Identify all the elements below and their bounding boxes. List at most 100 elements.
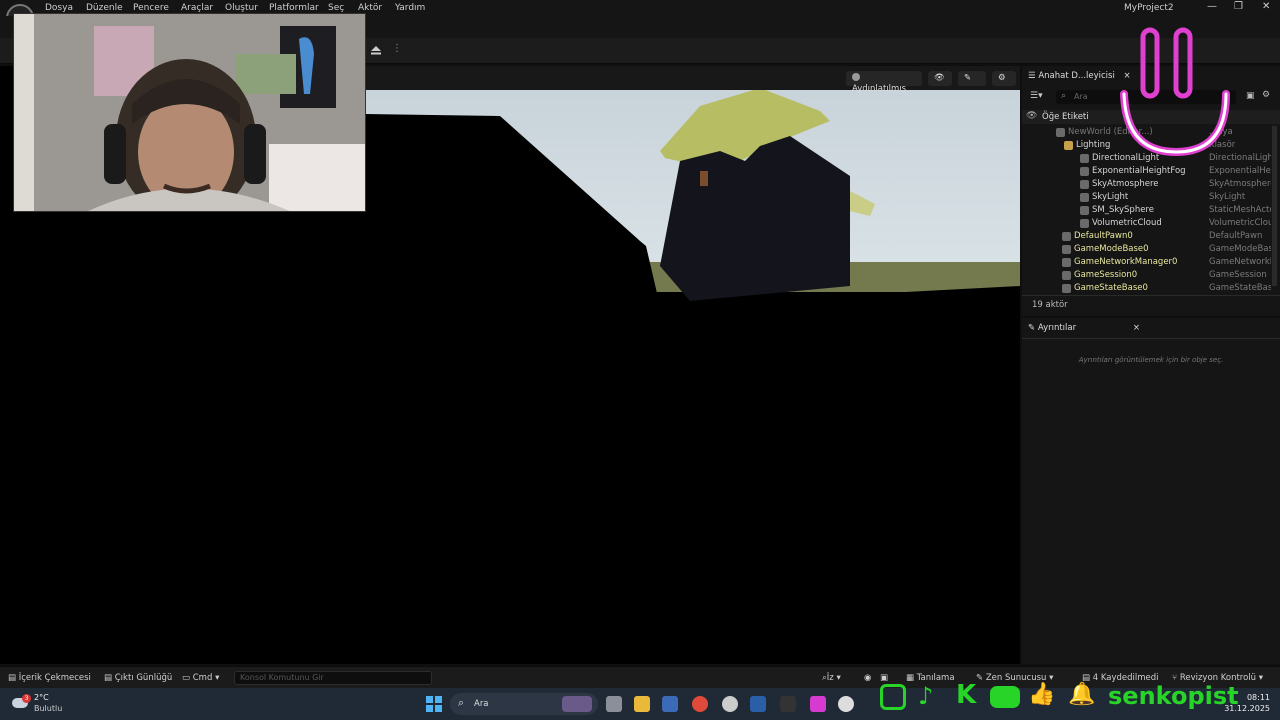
bell-icon: 🔔 xyxy=(1068,682,1096,707)
menu-build[interactable]: Oluştur xyxy=(225,3,258,13)
minimize-button[interactable]: — xyxy=(1207,1,1217,12)
outliner-row-label: SkyAtmosphere xyxy=(1092,179,1159,189)
outliner-row[interactable]: GameNetworkManager0 GameNetworkM xyxy=(1022,256,1272,269)
menu-help[interactable]: Yardım xyxy=(395,3,425,13)
actor-icon xyxy=(1080,206,1089,215)
project-name: MyProject2 xyxy=(1124,3,1174,13)
outliner-row-label: SkyLight xyxy=(1092,192,1129,202)
close-button[interactable]: ✕ xyxy=(1262,1,1270,12)
outliner-row[interactable]: DefaultPawn0 DefaultPawn xyxy=(1022,230,1272,243)
menu-select[interactable]: Seç xyxy=(328,3,344,13)
taskbar-search-label: Ara xyxy=(474,699,489,709)
file-explorer-icon[interactable] xyxy=(634,696,650,712)
console-command-input[interactable]: Konsol Komutunu Gir xyxy=(234,671,432,685)
youtube-icon xyxy=(990,686,1020,708)
menu-file[interactable]: Dosya xyxy=(45,3,73,13)
outliner-row[interactable]: GameStateBase0 GameStateBase xyxy=(1022,282,1272,294)
outliner-row-type: SkyLight xyxy=(1209,192,1246,202)
webcam-overlay xyxy=(13,13,366,212)
record-icon[interactable]: ◉ xyxy=(864,673,871,683)
search-placeholder: Ara xyxy=(1074,92,1088,101)
outliner-row-label: VolumetricCloud xyxy=(1092,218,1162,228)
outliner-row-type: ExponentialHeig xyxy=(1209,166,1271,176)
outliner-row-label: Lighting xyxy=(1076,140,1111,150)
menu-tools[interactable]: Araçlar xyxy=(181,3,213,13)
outliner-row-label: DefaultPawn0 xyxy=(1074,231,1133,241)
actor-icon xyxy=(1062,258,1071,267)
pencil-icon: ✎ xyxy=(1028,323,1036,333)
actor-icon xyxy=(1080,167,1089,176)
settings-gear-icon[interactable]: ⚙ xyxy=(1262,90,1270,100)
gear-icon: ⚙ xyxy=(998,73,1006,83)
app-pink-icon[interactable] xyxy=(810,696,826,712)
more-options-icon[interactable]: ⋮ xyxy=(392,43,402,54)
eye-icon: 👁 xyxy=(934,73,945,83)
weather-widget[interactable]: 3 xyxy=(10,694,31,710)
close-icon[interactable]: × xyxy=(1133,323,1140,333)
details-tab[interactable]: ✎ Ayrıntılar × xyxy=(1028,318,1140,338)
lighting-mode-dropdown[interactable]: Aydınlatılmış xyxy=(846,71,922,94)
task-view-icon[interactable] xyxy=(606,696,622,712)
outliner-row[interactable]: GameModeBase0 GameModeBase xyxy=(1022,243,1272,256)
weather-temp: 2°C xyxy=(34,693,49,702)
outliner-row-label: GameModeBase0 xyxy=(1074,244,1149,254)
weather-badge: 3 xyxy=(22,694,31,703)
chrome-icon[interactable] xyxy=(692,696,708,712)
outliner-row[interactable]: VolumetricCloud VolumetricCloud xyxy=(1022,217,1272,230)
details-tab-title: Ayrıntılar xyxy=(1037,323,1077,333)
epic-games-icon[interactable] xyxy=(780,696,796,712)
outliner-row-label: ExponentialHeightFog xyxy=(1092,166,1186,176)
menu-window[interactable]: Pencere xyxy=(133,3,169,13)
actor-icon xyxy=(1080,219,1089,228)
search-icon: ⌕ xyxy=(1061,91,1067,101)
item-label-column[interactable]: Öğe Etiketi xyxy=(1042,112,1089,122)
eject-icon[interactable] xyxy=(370,44,382,56)
outliner-row-type: GameNetworkM xyxy=(1209,257,1271,267)
search-highlight-icon xyxy=(562,696,592,712)
actor-count: 19 aktör xyxy=(1032,300,1068,310)
windows-start-icon[interactable] xyxy=(426,696,442,712)
menu-platforms[interactable]: Platformlar xyxy=(269,3,319,13)
steam-icon[interactable] xyxy=(750,696,766,712)
actor-icon xyxy=(1080,180,1089,189)
thumbs-up-icon: 👍 xyxy=(1028,682,1056,707)
content-drawer-button[interactable]: ▤ İçerik Çekmecesi xyxy=(8,673,91,683)
list-icon: ☰ xyxy=(1028,71,1036,81)
outliner-scrollbar[interactable] xyxy=(1272,126,1277,286)
actor-icon xyxy=(1056,128,1065,137)
outliner-row[interactable]: GameSession0 GameSession xyxy=(1022,269,1272,282)
filter-icon[interactable]: ☰▾ xyxy=(1030,91,1043,101)
outliner-row[interactable]: SkyLight SkyLight xyxy=(1022,191,1272,204)
add-folder-icon[interactable]: ▣ xyxy=(1246,91,1255,101)
cmd-dropdown[interactable]: ▭ Cmd ▾ xyxy=(182,673,219,683)
output-log-label: Çıktı Günlüğü xyxy=(114,673,173,683)
weather-desc: Bulutlu xyxy=(34,704,63,713)
kick-icon: K xyxy=(956,680,977,710)
menu-actor[interactable]: Aktör xyxy=(358,3,382,13)
tiktok-icon: ♪ xyxy=(918,682,934,710)
outliner-tab-title: Anahat D...leyicisi xyxy=(1038,71,1115,81)
visibility-eye-icon[interactable]: 👁 xyxy=(1026,111,1037,121)
outliner-row-label: SM_SkySphere xyxy=(1092,205,1154,215)
social-overlay: ♪ K 👍 🔔 senkopist xyxy=(878,680,1239,716)
unreal-engine-icon[interactable] xyxy=(838,696,854,712)
search-icon: ⌕ xyxy=(458,696,465,709)
obs-icon[interactable] xyxy=(722,696,738,712)
cmd-label: Cmd xyxy=(192,673,213,683)
store-icon[interactable] xyxy=(662,696,678,712)
details-panel: ✎ Ayrıntılar × Ayrıntıları görüntülemek … xyxy=(1022,318,1280,664)
show-flags-button[interactable]: 👁 xyxy=(928,71,952,86)
menu-edit[interactable]: Düzenle xyxy=(86,3,123,13)
outliner-row[interactable]: SM_SkySphere StaticMeshActo xyxy=(1022,204,1272,217)
outliner-row[interactable]: SkyAtmosphere SkyAtmosphere xyxy=(1022,178,1272,191)
output-log-button[interactable]: ▤ Çıktı Günlüğü xyxy=(104,673,172,683)
snap-settings-button[interactable]: ✎ xyxy=(958,71,986,86)
maximize-button[interactable]: ❐ xyxy=(1234,1,1243,12)
taskbar-search-input[interactable]: ⌕ Ara xyxy=(450,693,598,715)
viewport-toolbar: Aydınlatılmış 👁 ✎ ⚙ xyxy=(366,66,1020,94)
sphere-icon xyxy=(852,73,860,81)
viewport-settings-button[interactable]: ⚙ xyxy=(992,71,1016,86)
outliner-row[interactable]: ExponentialHeightFog ExponentialHeig xyxy=(1022,165,1272,178)
outliner-row-type: GameModeBase xyxy=(1209,244,1271,254)
trace-button[interactable]: ⌕İz ▾ xyxy=(822,673,841,683)
